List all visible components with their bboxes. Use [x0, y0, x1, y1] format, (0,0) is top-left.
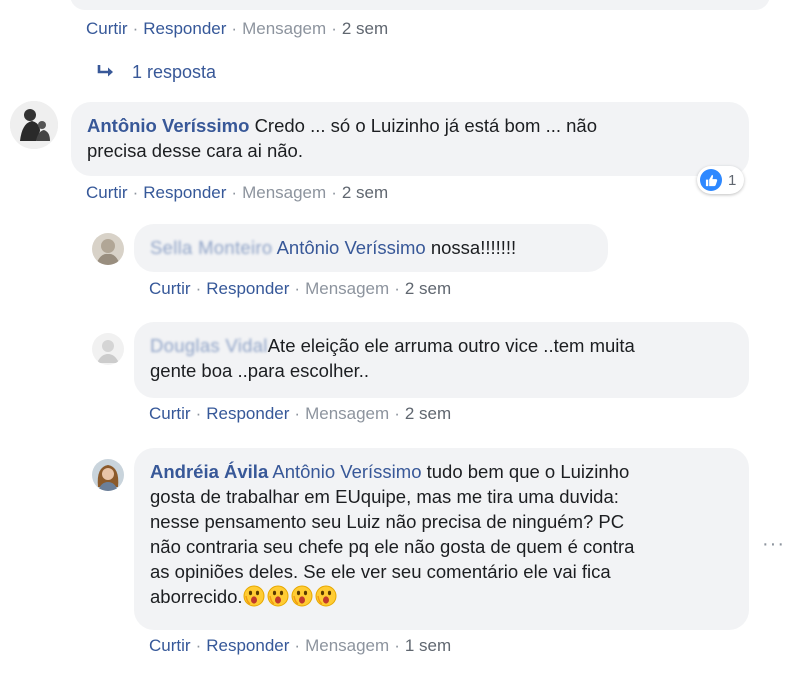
- reply-link[interactable]: Responder: [143, 183, 226, 202]
- comment-time[interactable]: 2 sem: [342, 183, 388, 202]
- message-link[interactable]: Mensagem: [305, 279, 389, 298]
- message-link[interactable]: Mensagem: [305, 404, 389, 423]
- reaction-count: 1: [728, 171, 737, 189]
- comment-text: Credo ... só o Luizinho já está bom ... …: [254, 115, 598, 136]
- replies-count-label: 1 resposta: [132, 62, 217, 82]
- like-link[interactable]: Curtir: [86, 19, 128, 38]
- comment-bubble: Antônio Veríssimo Credo ... só o Luizinh…: [71, 102, 749, 176]
- comment-time[interactable]: 2 sem: [405, 279, 451, 298]
- mention-link[interactable]: Antônio Veríssimo: [272, 461, 421, 482]
- previous-comment-bubble: [70, 0, 770, 10]
- avatar[interactable]: [92, 333, 124, 365]
- comment-time[interactable]: 1 sem: [405, 636, 451, 655]
- comment-actions: Curtir · Responder · Mensagem · 2 sem: [149, 279, 452, 298]
- astonished-face-icon: [243, 585, 265, 607]
- reply-link[interactable]: Responder: [206, 279, 289, 298]
- like-reaction-icon: [700, 169, 722, 191]
- like-link[interactable]: Curtir: [149, 636, 191, 655]
- like-link[interactable]: Curtir: [149, 404, 191, 423]
- like-link[interactable]: Curtir: [149, 279, 191, 298]
- astonished-face-icon: [315, 585, 337, 607]
- comment-actions: Curtir · Responder · Mensagem · 2 sem: [86, 183, 389, 202]
- message-link[interactable]: Mensagem: [242, 183, 326, 202]
- emoji-group: [243, 585, 339, 607]
- comment-author[interactable]: Andréia Ávila: [150, 461, 268, 482]
- avatar[interactable]: [92, 233, 124, 265]
- reply-arrow-icon: [96, 62, 118, 83]
- comment-text: nesse pensamento seu Luiz não precisa de…: [150, 511, 625, 532]
- comment-text: nossa!!!!!!!: [430, 237, 517, 258]
- more-options-icon[interactable]: ···: [762, 533, 785, 556]
- avatar[interactable]: [10, 101, 58, 149]
- comment-actions: Curtir · Responder · Mensagem · 1 sem: [149, 636, 452, 655]
- astonished-face-icon: [267, 585, 289, 607]
- comment-actions: Curtir · Responder · Mensagem · 2 sem: [86, 19, 389, 38]
- comment-time[interactable]: 2 sem: [405, 404, 451, 423]
- avatar[interactable]: [92, 459, 124, 491]
- comment-text: gente boa ..para escolher..: [150, 360, 370, 381]
- comment-text: gosta de trabalhar em EUquipe, mas me ti…: [150, 486, 619, 507]
- reply-link[interactable]: Responder: [206, 636, 289, 655]
- comment-text: tudo bem que o Luizinho: [426, 461, 630, 482]
- comment-bubble: Sella Monteiro Antônio Veríssimo nossa!!…: [134, 224, 608, 272]
- comment-time[interactable]: 2 sem: [342, 19, 388, 38]
- comment-text: Ate eleição ele arruma outro vice ..tem …: [267, 335, 635, 356]
- comment-text: aborrecido.: [150, 586, 243, 607]
- message-link[interactable]: Mensagem: [242, 19, 326, 38]
- reply-link[interactable]: Responder: [206, 404, 289, 423]
- comment-author-blurred[interactable]: Sella Monteiro: [150, 237, 272, 258]
- comment-actions: Curtir · Responder · Mensagem · 2 sem: [149, 404, 452, 423]
- view-replies-link[interactable]: 1 resposta: [96, 62, 216, 83]
- reply-link[interactable]: Responder: [143, 19, 226, 38]
- reaction-summary[interactable]: 1: [697, 166, 745, 194]
- like-link[interactable]: Curtir: [86, 183, 128, 202]
- comment-text: precisa desse cara ai não.: [87, 140, 303, 161]
- comment-bubble: Douglas VidalAte eleição ele arruma outr…: [134, 322, 749, 398]
- comment-text: as opiniões deles. Se ele ver seu coment…: [150, 561, 611, 582]
- comment-bubble: Andréia Ávila Antônio Veríssimo tudo bem…: [134, 448, 749, 630]
- comment-text: não contraria seu chefe pq ele não gosta…: [150, 536, 635, 557]
- comment-author[interactable]: Antônio Veríssimo: [87, 115, 249, 136]
- message-link[interactable]: Mensagem: [305, 636, 389, 655]
- mention-link[interactable]: Antônio Veríssimo: [277, 237, 426, 258]
- comment-author-blurred[interactable]: Douglas Vidal: [150, 335, 268, 356]
- astonished-face-icon: [291, 585, 313, 607]
